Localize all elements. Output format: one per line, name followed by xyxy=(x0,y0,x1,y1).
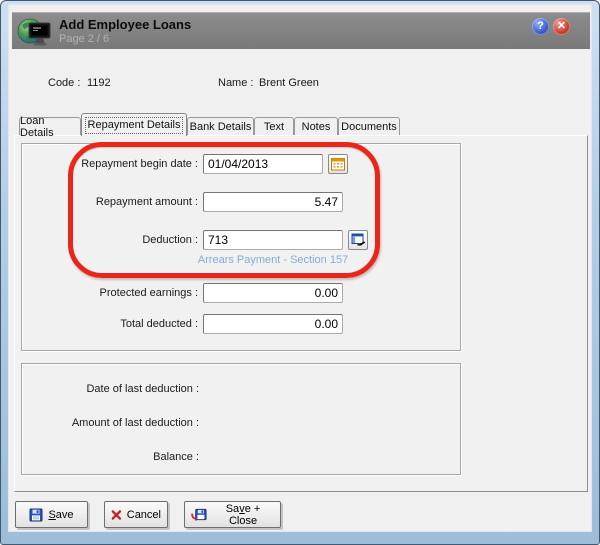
deduction-label: Deduction : xyxy=(142,234,198,246)
cancel-button-label: Cancel xyxy=(126,508,161,521)
app-globe-monitor-icon xyxy=(16,13,54,51)
tab-documents[interactable]: Documents xyxy=(338,117,400,135)
amount-of-last-deduction-label: Amount of last deduction : xyxy=(71,417,199,429)
save-button-label: Save xyxy=(48,508,74,521)
tab-repayment-details[interactable]: Repayment Details xyxy=(81,113,187,136)
save-floppy-icon xyxy=(29,508,43,521)
name-label: Name : xyxy=(218,77,254,89)
calendar-picker-button[interactable] xyxy=(328,154,348,174)
tab-notes[interactable]: Notes xyxy=(294,117,338,135)
calendar-icon xyxy=(331,158,345,171)
code-value: 1192 xyxy=(87,77,111,89)
protected-earnings-label: Protected earnings : xyxy=(99,287,198,299)
dialog-page-indicator: Page 2 / 6 xyxy=(59,33,110,45)
help-button[interactable]: ? xyxy=(532,18,549,35)
repayment-amount-label: Repayment amount : xyxy=(95,196,198,208)
dialog-title: Add Employee Loans xyxy=(59,17,192,32)
total-deducted-input[interactable] xyxy=(203,314,343,334)
tab-text[interactable]: Text xyxy=(254,117,294,135)
add-employee-loans-dialog: Add Employee Loans Page 2 / 6 ? ✕ Code :… xyxy=(0,0,600,545)
deduction-lookup-button[interactable] xyxy=(348,230,368,250)
lookup-window-icon xyxy=(351,233,365,246)
name-value: Brent Green xyxy=(259,77,319,89)
tab-loan-details[interactable]: Loan Details xyxy=(19,115,81,139)
save-close-floppy-arrow-icon xyxy=(191,508,207,521)
deduction-input[interactable] xyxy=(203,230,343,250)
deduction-description: Arrears Payment - Section 157 xyxy=(197,254,349,266)
total-deducted-label: Total deducted : xyxy=(120,318,198,330)
tab-bank-details[interactable]: Bank Details xyxy=(187,117,254,135)
date-of-last-deduction-label: Date of last deduction : xyxy=(86,383,199,395)
save-close-button[interactable]: Save + Close xyxy=(184,501,281,528)
cancel-button[interactable]: Cancel xyxy=(104,501,168,528)
code-label: Code : xyxy=(48,77,81,89)
close-button[interactable]: ✕ xyxy=(553,18,570,35)
save-button[interactable]: Save xyxy=(15,501,88,528)
cancel-x-icon xyxy=(111,509,122,520)
balance-label: Balance : xyxy=(153,451,199,463)
save-close-button-label: Save + Close xyxy=(225,502,261,527)
protected-earnings-input[interactable] xyxy=(203,283,343,303)
titlebar[interactable]: Add Employee Loans Page 2 / 6 ? ✕ xyxy=(12,12,590,49)
repayment-begin-date-label: Repayment begin date : xyxy=(81,158,198,170)
tab-repayment-details-label: Repayment Details xyxy=(87,119,181,131)
repayment-amount-input[interactable] xyxy=(203,192,343,212)
repayment-begin-date-input[interactable] xyxy=(203,154,323,174)
